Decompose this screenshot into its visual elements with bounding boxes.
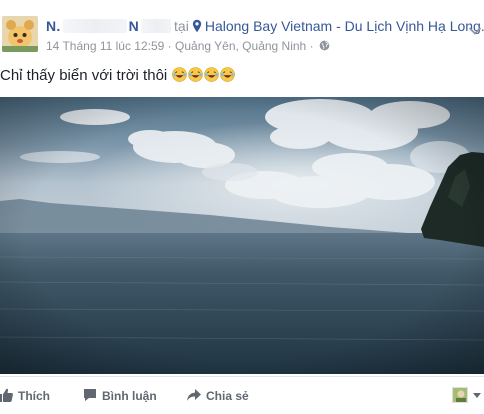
at-text: tại: [174, 18, 189, 34]
like-label: Thích: [18, 389, 50, 403]
author-name-blur: [62, 19, 127, 33]
comment-label: Bình luận: [102, 389, 157, 403]
laughing-face-icon: [172, 67, 188, 82]
author-name[interactable]: N. N: [46, 18, 139, 34]
post-actions-bar: Thích Bình luận Chia sẻ: [0, 376, 484, 414]
post-caption: Chỉ thấy biển với trời thôi: [0, 66, 236, 86]
globe-icon[interactable]: [319, 40, 330, 51]
post-header: N. N tại Halong Bay Vietnam - Du Lịch Vịnh …: [0, 12, 484, 56]
caret-down-icon[interactable]: [473, 393, 481, 398]
like-button[interactable]: Thích: [0, 387, 50, 404]
thumbs-up-icon: [0, 388, 13, 402]
post-location[interactable]: Quảng Yên, Quảng Ninh: [175, 39, 306, 53]
laughing-face-icon: [220, 67, 236, 82]
share-button[interactable]: Chia sẻ: [186, 387, 249, 404]
post-meta: 14 Tháng 11 lúc 12:59 · Quảng Yên, Quảng…: [46, 39, 330, 54]
caption-text: Chỉ thấy biển với trời thôi: [0, 67, 168, 84]
meta-separator: ·: [309, 39, 314, 53]
post-timestamp[interactable]: 14 Tháng 11 lúc 12:59: [46, 39, 164, 53]
post-photo[interactable]: [0, 97, 484, 374]
facebook-post: N. N tại Halong Bay Vietnam - Du Lịch Vịnh …: [0, 0, 484, 414]
meta-separator: ·: [167, 39, 172, 53]
author-avatar[interactable]: [2, 16, 38, 52]
comment-button[interactable]: Bình luận: [82, 387, 157, 404]
share-label: Chia sẻ: [206, 389, 249, 403]
location-pin-icon: [192, 19, 201, 33]
comment-icon: [84, 389, 96, 401]
laughing-face-icon: [188, 67, 204, 82]
author-name-blur: [141, 19, 172, 33]
laughing-face-icon: [204, 67, 220, 82]
viewer-avatar[interactable]: [452, 387, 468, 403]
chevron-down-icon[interactable]: [468, 26, 482, 36]
share-arrow-icon: [187, 389, 201, 401]
place-link[interactable]: Halong Bay Vietnam - Du Lịch Vịnh Hạ Lon…: [205, 18, 481, 34]
post-title-line: N. N tại Halong Bay Vietnam - Du Lịch Vịnh …: [46, 17, 484, 35]
